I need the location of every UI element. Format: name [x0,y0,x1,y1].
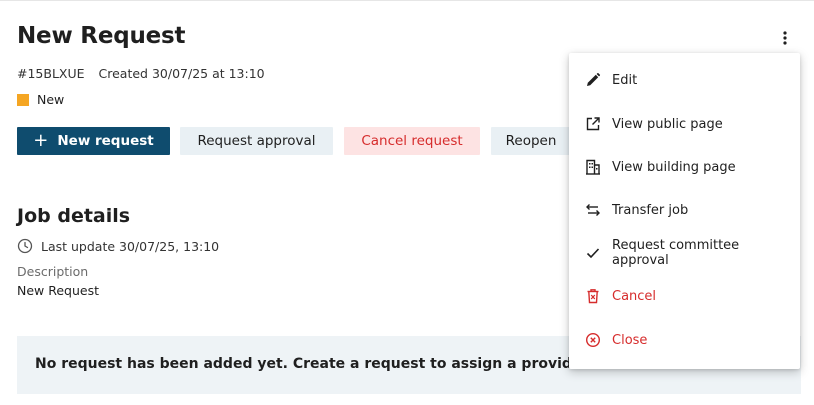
page-title: New Request [17,23,186,49]
building-icon [584,158,602,176]
menu-item-label: Transfer job [612,202,689,218]
top-divider [0,0,814,1]
created-timestamp: Created 30/07/25 at 13:10 [98,66,265,81]
last-update: Last update 30/07/25, 13:10 [17,238,219,254]
menu-item-label: Request committee approval [612,238,740,268]
menu-item-label: View public page [612,116,723,132]
status-badge: New [17,92,64,107]
banner-message: No request has been added yet. Create a … [35,356,592,372]
menu-item-label: Cancel [612,288,657,304]
request-meta: #15BLXUE Created 30/07/25 at 13:10 [17,66,265,81]
menu-item-label: Close [612,332,648,348]
new-request-label: New request [57,133,154,149]
menu-item-transfer-job[interactable]: Transfer job [569,195,800,225]
transfer-icon [584,201,602,219]
last-update-text: Last update 30/07/25, 13:10 [41,238,220,254]
external-link-icon [584,115,602,133]
description-label: Description [17,264,89,279]
plus-icon: + [33,129,49,151]
job-details-title: Job details [17,205,131,227]
cancel-request-button[interactable]: Cancel request [344,127,480,155]
pencil-icon [584,71,602,89]
menu-item-view-building-page[interactable]: View building page [569,152,800,182]
close-circle-icon [584,331,602,349]
new-request-button[interactable]: + New request [17,127,170,155]
kebab-menu-icon[interactable] [777,29,793,47]
menu-item-request-committee-approval[interactable]: Request committee approval [569,238,800,268]
description-value: New Request [17,283,100,298]
menu-item-label: Edit [612,72,638,88]
menu-item-close[interactable]: Close [569,325,800,355]
clock-icon [17,238,33,254]
request-reference: #15BLXUE [17,66,85,81]
request-approval-button[interactable]: Request approval [180,127,333,155]
status-label: New [37,92,65,107]
menu-item-edit[interactable]: Edit [569,65,800,95]
reopen-button[interactable]: Reopen [491,127,571,155]
trash-icon [584,287,602,305]
actions-dropdown-menu: Edit View public page View building page… [569,53,800,369]
menu-item-view-public-page[interactable]: View public page [569,109,800,139]
menu-item-label: View building page [612,159,736,175]
menu-item-cancel[interactable]: Cancel [569,281,800,311]
status-color-square [17,93,29,106]
check-icon [584,244,602,262]
